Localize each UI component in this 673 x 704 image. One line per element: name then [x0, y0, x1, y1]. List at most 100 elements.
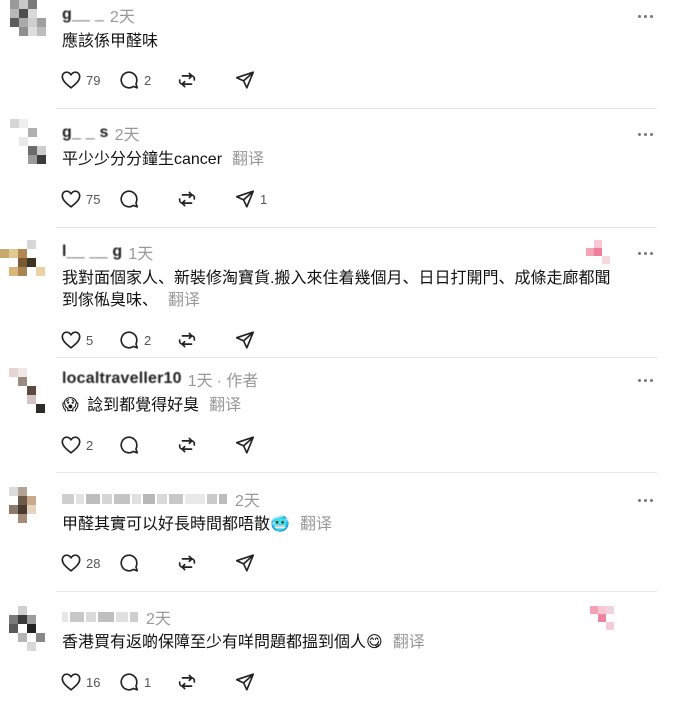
share-button[interactable]	[234, 434, 292, 456]
repost-button[interactable]	[176, 69, 234, 91]
send-icon	[235, 190, 255, 208]
translate-link[interactable]: 翻译	[393, 634, 425, 651]
share-button[interactable]	[234, 69, 292, 91]
avatar[interactable]	[0, 240, 48, 288]
action-bar: 28	[60, 551, 292, 575]
action-bar: 2	[60, 433, 292, 457]
reply-button[interactable]	[118, 552, 176, 574]
repost-icon	[178, 674, 196, 690]
send-icon	[235, 673, 255, 691]
comment-text: 香港買有返啲保障至少有咩問題都搵到個人	[62, 634, 367, 651]
like-button[interactable]: 5	[60, 329, 118, 351]
translate-link[interactable]: 翻译	[209, 397, 241, 414]
comment-item: localtraveller10 1天 · 作者 😱 諗到都覺得好臭 翻译 2	[0, 358, 673, 472]
timestamp: 2天	[235, 493, 260, 510]
comment-header: 2天	[62, 488, 260, 510]
comment-header: 2天	[62, 606, 171, 628]
avatar[interactable]	[0, 119, 48, 167]
like-button[interactable]: 16	[60, 671, 118, 693]
more-options-button[interactable]	[633, 243, 657, 263]
comment-text: 應該係甲醛味	[62, 33, 159, 50]
reply-count: 2	[144, 72, 152, 88]
repost-button[interactable]	[176, 188, 234, 210]
comment-feed: g__ _ 2天 應該係甲醛味 79 2 g_ _ s 2天 平少少分分鐘生ca…	[0, 0, 673, 704]
comment-body: 我對面個家人、新裝修淘寶貨.搬入來住着幾個月、日日打開門、成條走廊都聞到傢俬臭味…	[62, 268, 613, 312]
more-options-button[interactable]	[633, 490, 657, 510]
action-bar: 16 1	[60, 670, 292, 694]
avatar[interactable]	[0, 487, 48, 535]
author-badge: · 作者	[216, 373, 259, 390]
reply-count: 2	[144, 332, 152, 348]
action-bar: 79 2	[60, 68, 292, 92]
username-blurred[interactable]	[62, 610, 140, 624]
avatar[interactable]	[0, 368, 48, 416]
reply-button[interactable]	[118, 188, 176, 210]
avatar[interactable]	[0, 0, 48, 48]
more-options-button[interactable]	[633, 124, 657, 144]
share-button[interactable]	[234, 552, 292, 574]
like-button[interactable]: 28	[60, 552, 118, 574]
username[interactable]: g_ _ s	[62, 124, 109, 142]
comment-item: g_ _ s 2天 平少少分分鐘生cancer 翻译 75 1	[0, 109, 673, 227]
share-button[interactable]: 1	[234, 188, 292, 210]
avatar[interactable]	[0, 606, 48, 654]
timestamp: 2天	[109, 9, 135, 26]
comment-icon	[120, 554, 139, 572]
like-count: 28	[86, 555, 101, 571]
username-blurred[interactable]	[62, 492, 229, 506]
reply-button[interactable]: 1	[118, 671, 176, 693]
heart-icon	[61, 673, 81, 691]
translate-link[interactable]: 翻译	[300, 516, 332, 533]
repost-button[interactable]	[176, 434, 234, 456]
more-options-button[interactable]	[633, 6, 657, 26]
comment-text: 甲醛其實可以好長時間都唔散	[62, 516, 271, 533]
send-icon	[235, 71, 255, 89]
like-count: 5	[86, 332, 94, 348]
share-button[interactable]	[234, 329, 292, 351]
like-count: 16	[86, 674, 101, 690]
profile-badge-icon	[590, 606, 620, 632]
like-button[interactable]: 2	[60, 434, 118, 456]
action-bar: 75 1	[60, 187, 292, 211]
like-count: 75	[86, 191, 101, 207]
repost-button[interactable]	[176, 552, 234, 574]
comment-header: g__ _ 2天	[62, 4, 135, 26]
action-bar: 5 2	[60, 328, 292, 352]
heart-icon	[61, 71, 81, 89]
reply-count: 1	[144, 674, 152, 690]
send-icon	[235, 554, 255, 572]
send-icon	[235, 331, 255, 349]
comment-item: 2天 香港買有返啲保障至少有咩問題都搵到個人😋 翻译 16 1	[0, 592, 673, 704]
scream-emoji: 😱	[62, 397, 79, 414]
reply-button[interactable]: 2	[118, 69, 176, 91]
reply-button[interactable]	[118, 434, 176, 456]
timestamp: 1天	[187, 373, 213, 390]
more-options-button[interactable]	[633, 370, 657, 390]
comment-header: g_ _ s 2天	[62, 122, 139, 144]
send-icon	[235, 436, 255, 454]
profile-badge-icon	[586, 240, 616, 266]
username[interactable]: localtraveller10	[62, 370, 182, 388]
share-button[interactable]	[234, 671, 292, 693]
repost-button[interactable]	[176, 329, 234, 351]
like-button[interactable]: 75	[60, 188, 118, 210]
comment-body: 香港買有返啲保障至少有咩問題都搵到個人😋 翻译	[62, 632, 613, 654]
comment-icon	[120, 673, 139, 691]
reply-button[interactable]: 2	[118, 329, 176, 351]
comment-text: 諗到都覺得好臭	[87, 397, 200, 414]
timestamp: 1天	[128, 246, 154, 263]
repost-button[interactable]	[176, 671, 234, 693]
yum-emoji: 😋	[366, 634, 383, 651]
comment-body: 甲醛其實可以好長時間都唔散🥶 翻译	[62, 514, 613, 536]
comment-body: 😱 諗到都覺得好臭 翻译	[62, 395, 613, 417]
like-button[interactable]: 79	[60, 69, 118, 91]
comment-icon	[120, 71, 139, 89]
translate-link[interactable]: 翻译	[168, 292, 200, 309]
comment-header: l__ __ g 1天	[62, 241, 153, 263]
username[interactable]: g__ _	[62, 6, 104, 24]
like-count: 79	[86, 72, 101, 88]
translate-link[interactable]: 翻译	[232, 151, 264, 168]
repost-icon	[178, 332, 196, 348]
username[interactable]: l__ __ g	[62, 243, 122, 261]
comment-icon	[120, 190, 139, 208]
